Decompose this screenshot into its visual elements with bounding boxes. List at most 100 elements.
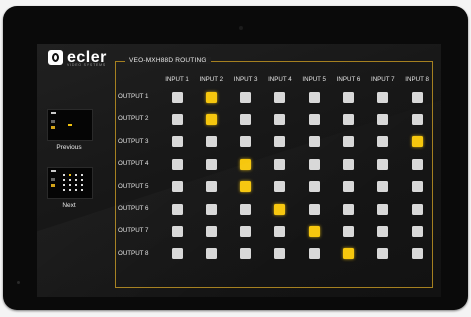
route-button-out2-in8[interactable] [411, 113, 423, 125]
mini-grid-dot-icon [81, 184, 83, 186]
output-header-6: OUTPUT 6 [118, 205, 149, 212]
next-page-thumbnail[interactable] [47, 167, 93, 199]
app-screen: ecler VIDEO SYSTEMS Previous Next VEO-MX… [37, 44, 441, 297]
previous-page-thumbnail[interactable] [47, 109, 93, 141]
mini-logo-icon [51, 112, 56, 114]
route-button-out7-in7[interactable] [377, 225, 389, 237]
route-button-out2-in5[interactable] [308, 113, 320, 125]
mini-grid-dot-icon [69, 179, 71, 181]
route-button-out7-in5[interactable] [308, 225, 320, 237]
route-button-out8-in8[interactable] [411, 248, 423, 260]
output-header-3: OUTPUT 3 [118, 137, 149, 145]
input-header-1: INPUT 1 [165, 76, 189, 83]
mini-button-icon [51, 184, 55, 187]
mini-grid-dot-icon [69, 189, 71, 191]
output-header-4: OUTPUT 4 [118, 160, 149, 168]
route-button-out6-in6[interactable] [343, 203, 354, 215]
route-button-out5-in5[interactable] [308, 181, 320, 193]
route-button-out1-in4[interactable] [274, 91, 286, 103]
route-button-out4-in1[interactable] [171, 158, 183, 170]
mini-grid-dot-icon [75, 184, 77, 186]
route-button-out4-in5[interactable] [308, 158, 320, 170]
route-button-out8-in4[interactable] [274, 248, 286, 260]
route-button-out5-in8[interactable] [411, 181, 423, 193]
route-button-out4-in8[interactable] [411, 158, 423, 170]
route-button-out3-in1[interactable] [171, 136, 183, 148]
route-button-out7-in8[interactable] [411, 225, 423, 237]
mini-button-icon [51, 126, 55, 129]
input-header-2: INPUT 2 [199, 76, 224, 83]
route-button-out4-in6[interactable] [343, 158, 354, 170]
route-button-out5-in7[interactable] [377, 181, 389, 193]
route-button-out3-in8[interactable] [411, 136, 423, 148]
output-header-2: OUTPUT 2 [118, 115, 149, 123]
route-button-out4-in2[interactable] [205, 158, 217, 170]
route-button-out5-in2[interactable] [205, 181, 217, 193]
mini-grid-dot-icon [63, 189, 65, 191]
route-button-out3-in7[interactable] [377, 136, 389, 148]
route-button-out6-in7[interactable] [377, 203, 389, 215]
route-button-out5-in3[interactable] [240, 181, 252, 193]
route-button-out6-in8[interactable] [411, 203, 423, 215]
route-button-out3-in6[interactable] [343, 136, 354, 148]
mini-button-icon [51, 120, 55, 123]
route-button-out1-in5[interactable] [308, 91, 320, 103]
route-button-out1-in7[interactable] [377, 91, 389, 103]
route-button-out3-in5[interactable] [308, 136, 320, 148]
route-button-out1-in1[interactable] [171, 91, 183, 103]
route-button-out6-in3[interactable] [240, 203, 252, 215]
route-button-out8-in2[interactable] [205, 248, 217, 260]
route-button-out4-in7[interactable] [377, 158, 389, 170]
route-button-out7-in6[interactable] [343, 225, 354, 237]
route-button-out1-in3[interactable] [240, 91, 252, 103]
route-button-out1-in6[interactable] [343, 91, 354, 103]
mini-indicator-icon [68, 124, 72, 126]
mini-grid-dot-icon [75, 179, 77, 181]
mini-grid-dot-icon [63, 184, 65, 186]
route-button-out8-in1[interactable] [171, 248, 183, 260]
route-button-out4-in3[interactable] [240, 158, 252, 170]
route-button-out7-in3[interactable] [240, 225, 252, 237]
sensor-dot [17, 281, 20, 284]
routing-title: VEO-MXH88D ROUTING [125, 57, 211, 64]
route-button-out2-in1[interactable] [171, 113, 183, 125]
input-header-5: INPUT 5 [302, 76, 326, 83]
route-button-out8-in7[interactable] [377, 248, 389, 260]
route-button-out7-in4[interactable] [274, 225, 286, 237]
route-button-out5-in4[interactable] [274, 181, 286, 193]
route-button-out5-in6[interactable] [343, 181, 354, 193]
previous-label[interactable]: Previous [39, 144, 99, 151]
mini-grid-dot-icon [69, 174, 71, 176]
brand-subtitle: VIDEO SYSTEMS [67, 63, 106, 67]
route-button-out8-in6[interactable] [343, 248, 354, 260]
tablet-device: ecler VIDEO SYSTEMS Previous Next VEO-MX… [3, 6, 468, 310]
route-button-out2-in2[interactable] [205, 113, 217, 125]
route-button-out5-in1[interactable] [171, 181, 183, 193]
route-button-out6-in2[interactable] [205, 203, 217, 215]
route-button-out3-in4[interactable] [274, 136, 286, 148]
route-button-out6-in1[interactable] [171, 203, 183, 215]
output-header-7: OUTPUT 7 [118, 227, 149, 235]
route-button-out2-in7[interactable] [377, 113, 389, 125]
route-button-out3-in2[interactable] [205, 136, 217, 148]
route-button-out6-in4[interactable] [274, 203, 286, 215]
route-button-out8-in3[interactable] [240, 248, 252, 260]
route-button-out8-in5[interactable] [308, 248, 320, 260]
route-button-out4-in4[interactable] [274, 158, 286, 170]
mini-grid-dot-icon [75, 189, 77, 191]
route-button-out2-in3[interactable] [240, 113, 252, 125]
next-label[interactable]: Next [39, 202, 99, 209]
route-button-out2-in6[interactable] [343, 113, 354, 125]
route-button-out7-in2[interactable] [205, 225, 217, 237]
camera-dot [239, 26, 243, 30]
input-header-8: INPUT 8 [405, 76, 429, 83]
route-button-out1-in2[interactable] [205, 91, 217, 103]
output-header-8: OUTPUT 8 [118, 249, 149, 257]
route-button-out2-in4[interactable] [274, 113, 286, 125]
route-button-out1-in8[interactable] [411, 91, 423, 103]
route-button-out6-in5[interactable] [308, 203, 320, 215]
route-button-out3-in3[interactable] [240, 136, 252, 148]
input-header-3: INPUT 3 [233, 76, 258, 83]
route-button-out7-in1[interactable] [171, 225, 183, 237]
input-header-4: INPUT 4 [268, 76, 292, 83]
